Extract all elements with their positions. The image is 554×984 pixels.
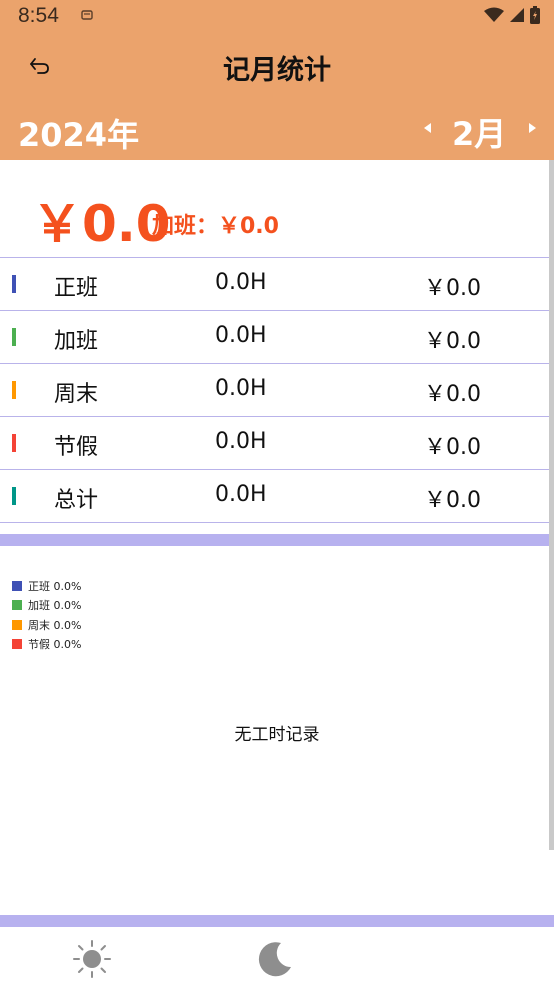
row-money: ￥0.0 <box>424 276 481 301</box>
row-money: ￥0.0 <box>424 382 481 407</box>
wifi-icon <box>484 7 504 22</box>
nav-night-shift[interactable] <box>255 939 295 979</box>
row-hours: 0.0H <box>215 429 267 454</box>
battery-icon <box>530 6 540 24</box>
page-title: 记月统计 <box>223 55 331 86</box>
legend-swatch <box>12 639 22 650</box>
color-indicator <box>12 487 16 505</box>
chart-legend: 正班 0.0% 加班 0.0% 周末 0.0% 节假 0.0% <box>12 576 81 654</box>
row-money: ￥0.0 <box>424 329 481 354</box>
color-indicator <box>12 328 16 346</box>
legend-swatch <box>12 580 22 591</box>
next-month-button[interactable] <box>522 112 542 144</box>
caret-right-icon <box>529 123 536 133</box>
row-hours: 0.0H <box>215 482 267 507</box>
row-name: 加班 <box>54 329 99 354</box>
row-money: ￥0.0 <box>424 435 481 460</box>
prev-month-button[interactable] <box>418 112 438 144</box>
color-indicator <box>12 275 16 293</box>
legend-item: 加班 0.0% <box>12 596 81 616</box>
legend-label: 节假 0.0% <box>28 638 82 652</box>
total-amount: ￥0.0 <box>32 195 171 253</box>
pie-chart: 正班 0.0% 加班 0.0% 周末 0.0% 节假 0.0% 无工时记录 <box>0 546 554 915</box>
caret-left-icon <box>424 123 431 133</box>
row-hours: 0.0H <box>215 270 267 295</box>
row-name: 正班 <box>54 276 99 301</box>
status-bar: 8:54 <box>0 0 554 34</box>
category-list: 正班 0.0H ￥0.0 加班 0.0H ￥0.0 周末 0.0H ￥0.0 节… <box>0 258 554 523</box>
list-item: 周末 0.0H ￥0.0 <box>0 364 554 417</box>
legend-label: 加班 0.0% <box>28 599 82 613</box>
status-icons <box>484 6 540 24</box>
row-name: 总计 <box>54 488 99 513</box>
color-indicator <box>12 381 16 399</box>
list-item: 加班 0.0H ￥0.0 <box>0 311 554 364</box>
chart-empty-text: 无工时记录 <box>234 725 320 745</box>
list-item: 总计 0.0H ￥0.0 <box>0 470 554 523</box>
legend-item: 节假 0.0% <box>12 635 81 655</box>
row-name: 节假 <box>54 435 99 460</box>
notification-icon <box>81 10 93 20</box>
legend-item: 周末 0.0% <box>12 615 81 635</box>
overtime-amount: 加班：￥0.0 <box>152 214 279 239</box>
row-hours: 0.0H <box>215 376 267 401</box>
signal-icon <box>510 8 524 22</box>
legend-label: 周末 0.0% <box>28 618 82 632</box>
row-hours: 0.0H <box>215 323 267 348</box>
row-money: ￥0.0 <box>424 488 481 513</box>
month-selector: 2024年 2月 <box>0 98 554 160</box>
legend-swatch <box>12 600 22 611</box>
year-label[interactable]: 2024年 <box>18 110 139 156</box>
legend-swatch <box>12 619 22 630</box>
month-label[interactable]: 2月 <box>452 109 506 155</box>
bottom-navigation <box>0 927 554 984</box>
app-header: 记月统计 <box>0 34 554 98</box>
status-time: 8:54 <box>18 4 59 27</box>
moon-icon <box>258 942 291 977</box>
row-name: 周末 <box>54 382 99 407</box>
scrollbar[interactable] <box>549 160 554 850</box>
nav-day-shift[interactable] <box>72 939 112 979</box>
section-divider <box>0 534 554 546</box>
bottom-divider <box>0 915 554 927</box>
list-item: 节假 0.0H ￥0.0 <box>0 417 554 470</box>
list-item: 正班 0.0H ￥0.0 <box>0 258 554 311</box>
legend-item: 正班 0.0% <box>12 576 81 596</box>
color-indicator <box>12 434 16 452</box>
legend-label: 正班 0.0% <box>28 579 82 593</box>
sun-icon <box>73 940 111 978</box>
summary-section: ￥0.0 加班：￥0.0 <box>0 160 554 258</box>
